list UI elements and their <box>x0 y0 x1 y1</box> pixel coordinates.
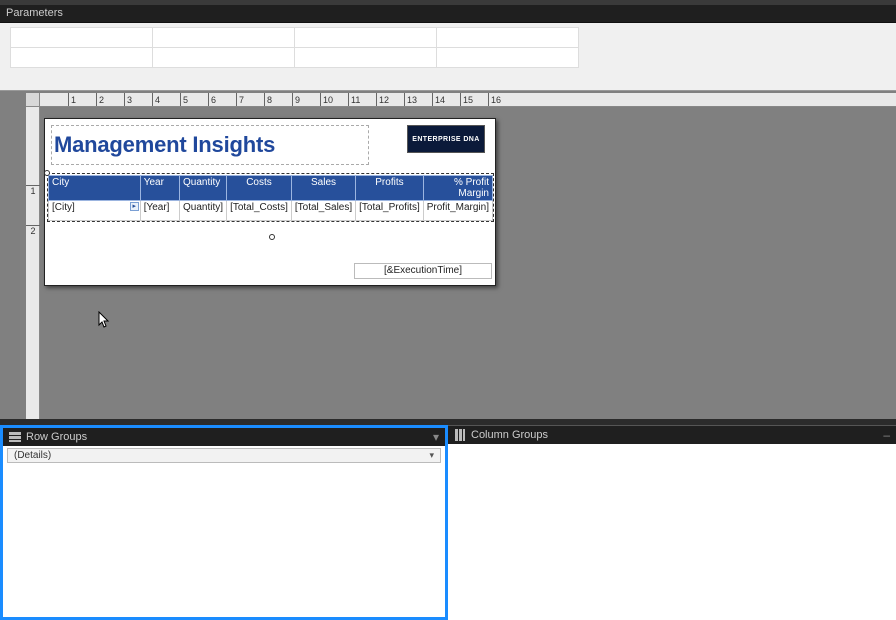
logo-text: ENTERPRISE DNA <box>412 136 479 143</box>
tablix[interactable]: City Year Quantity Costs Sales Profits %… <box>48 175 493 221</box>
column-groups-label: Column Groups <box>471 429 548 441</box>
ruler-corner <box>26 93 40 107</box>
param-cell[interactable] <box>295 48 437 68</box>
ruler-tick: 11 <box>348 93 360 107</box>
ruler-tick: 7 <box>236 93 244 107</box>
ruler-tick: 2 <box>96 93 104 107</box>
col-header-year[interactable]: Year <box>140 176 179 201</box>
ruler-tick: 8 <box>264 93 272 107</box>
execution-time-expr: [&ExecutionTime] <box>384 265 462 276</box>
col-header-sales[interactable]: Sales <box>291 176 355 201</box>
ruler-tick: 1 <box>68 93 76 107</box>
tablix-detail-row[interactable]: [City] ▸ [Year] Quantity] [Total_Costs] … <box>49 201 493 221</box>
groups-rows-icon <box>9 431 21 443</box>
param-cell[interactable] <box>11 28 153 48</box>
cell-profits[interactable]: [Total_Profits] <box>356 201 424 221</box>
cell-sales[interactable]: [Total_Sales] <box>291 201 355 221</box>
ruler-tick: 2 <box>26 225 40 236</box>
report-page[interactable]: Management Insights ENTERPRISE DNA City … <box>44 118 496 286</box>
title-textbox[interactable]: Management Insights <box>51 125 369 165</box>
col-header-profits[interactable]: Profits <box>356 176 424 201</box>
horizontal-ruler: 1 2 3 4 5 6 7 8 9 10 11 12 13 14 15 16 <box>40 93 896 107</box>
param-cell[interactable] <box>437 48 579 68</box>
execution-time-textbox[interactable]: [&ExecutionTime] <box>354 263 492 279</box>
group-item-label: (Details) <box>14 450 51 461</box>
col-header-quantity[interactable]: Quantity <box>180 176 227 201</box>
ruler-tick: 3 <box>124 93 132 107</box>
logo-image[interactable]: ENTERPRISE DNA <box>407 125 485 153</box>
ruler-tick: 9 <box>292 93 300 107</box>
column-groups-body[interactable] <box>448 444 896 620</box>
groups-area: Row Groups ▾ (Details) ▾ Column Groups – <box>0 425 896 620</box>
dash-icon[interactable]: – <box>883 428 890 442</box>
report-title: Management Insights <box>54 132 275 158</box>
row-groups-header: Row Groups ▾ <box>3 428 445 446</box>
ruler-tick: 16 <box>488 93 501 107</box>
parameters-table[interactable] <box>10 27 579 68</box>
smart-tag-icon[interactable]: ▸ <box>130 202 139 211</box>
design-area: 1 2 3 4 5 6 7 8 9 10 11 12 13 14 15 16 1… <box>0 91 896 419</box>
cell-profit-margin[interactable]: Profit_Margin] <box>423 201 492 221</box>
row-groups-body[interactable] <box>3 463 445 617</box>
column-groups-panel[interactable]: Column Groups – <box>448 425 896 620</box>
cell-city-expr: [City] <box>52 202 75 213</box>
row-groups-label: Row Groups <box>26 431 87 443</box>
col-header-costs[interactable]: Costs <box>227 176 292 201</box>
param-cell[interactable] <box>295 28 437 48</box>
caret-down-icon[interactable]: ▾ <box>429 450 434 461</box>
col-header-city[interactable]: City <box>49 176 141 201</box>
cell-costs[interactable]: [Total_Costs] <box>227 201 292 221</box>
ruler-tick: 4 <box>152 93 160 107</box>
row-groups-panel[interactable]: Row Groups ▾ (Details) ▾ <box>0 425 448 620</box>
dropdown-icon[interactable]: ▾ <box>433 430 439 444</box>
parameters-panel[interactable] <box>0 23 896 91</box>
selection-handle[interactable] <box>269 234 275 240</box>
col-header-profit-margin[interactable]: % Profit Margin <box>423 176 492 201</box>
group-item-details[interactable]: (Details) ▾ <box>7 448 441 463</box>
design-body[interactable]: 1 2 3 4 5 6 7 8 9 10 11 12 13 14 15 16 1… <box>8 91 896 419</box>
groups-cols-icon <box>454 429 466 441</box>
ruler-tick: 5 <box>180 93 188 107</box>
cursor-icon <box>98 311 110 329</box>
ruler-tick: 12 <box>376 93 389 107</box>
ruler-tick: 13 <box>404 93 417 107</box>
param-cell[interactable] <box>11 48 153 68</box>
parameters-label: Parameters <box>6 7 63 19</box>
cell-year[interactable]: [Year] <box>140 201 179 221</box>
ruler-tick: 6 <box>208 93 216 107</box>
ruler-tick: 10 <box>320 93 333 107</box>
cell-quantity[interactable]: Quantity] <box>180 201 227 221</box>
tablix-header-row[interactable]: City Year Quantity Costs Sales Profits %… <box>49 176 493 201</box>
param-cell[interactable] <box>153 48 295 68</box>
cell-city[interactable]: [City] ▸ <box>49 201 141 221</box>
column-groups-header: Column Groups – <box>448 426 896 444</box>
param-cell[interactable] <box>153 28 295 48</box>
vertical-ruler: 1 2 <box>26 107 40 419</box>
parameters-header: Parameters <box>0 5 896 23</box>
param-cell[interactable] <box>437 28 579 48</box>
ruler-tick: 15 <box>460 93 473 107</box>
ruler-tick: 14 <box>432 93 445 107</box>
ruler-tick: 1 <box>26 185 40 196</box>
